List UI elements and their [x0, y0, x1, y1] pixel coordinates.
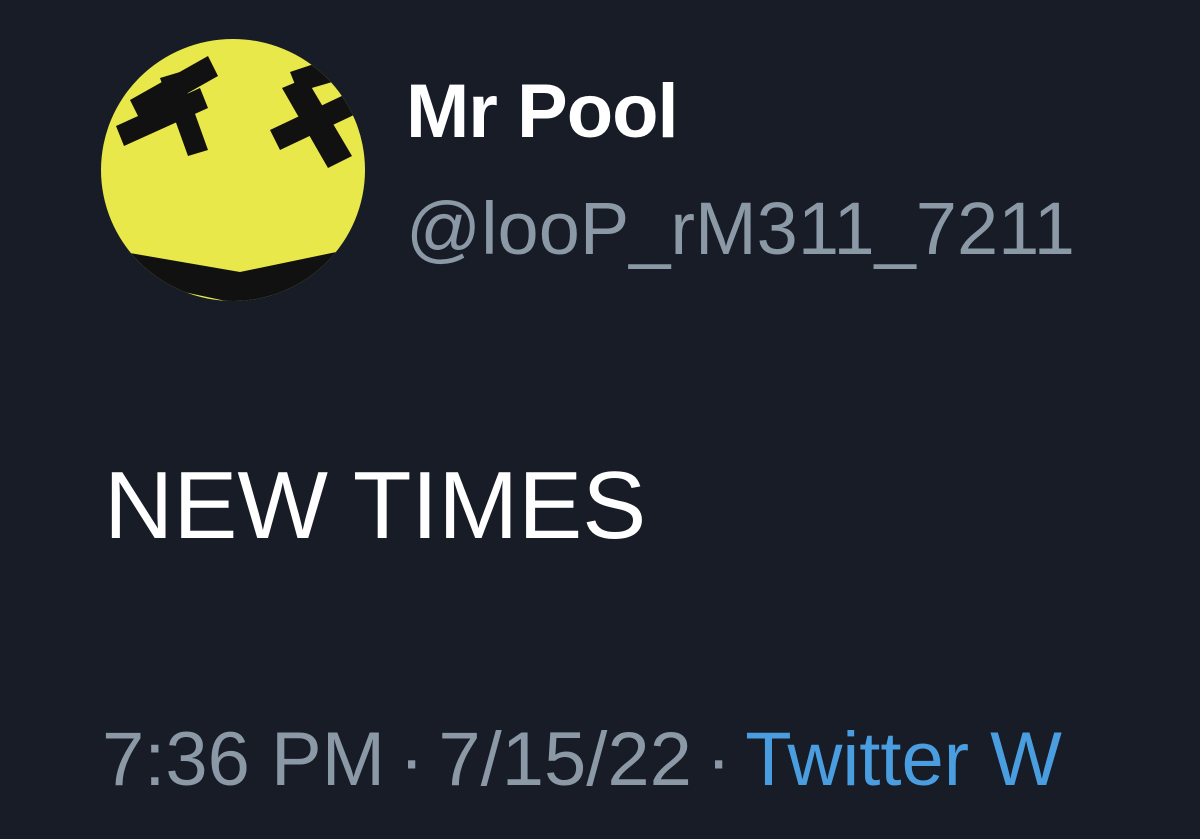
tweet-source-link[interactable]: Twitter W — [745, 717, 1062, 802]
meta-separator: · — [399, 717, 425, 802]
tweet-meta: 7:36 PM · 7/15/22 · Twitter W — [102, 722, 1062, 798]
tweet-date[interactable]: 7/15/22 — [438, 717, 692, 802]
user-handle[interactable]: @looP_rM311_7211 — [406, 192, 1075, 266]
tweet-text: NEW TIMES — [104, 452, 647, 559]
display-name[interactable]: Mr Pool — [406, 74, 679, 150]
dead-smiley-icon — [101, 39, 365, 301]
meta-separator: · — [705, 717, 732, 802]
tweet-time[interactable]: 7:36 PM — [102, 717, 385, 802]
tweet-card: Mr Pool @looP_rM311_7211 NEW TIMES 7:36 … — [0, 0, 1200, 839]
avatar[interactable] — [100, 38, 366, 302]
